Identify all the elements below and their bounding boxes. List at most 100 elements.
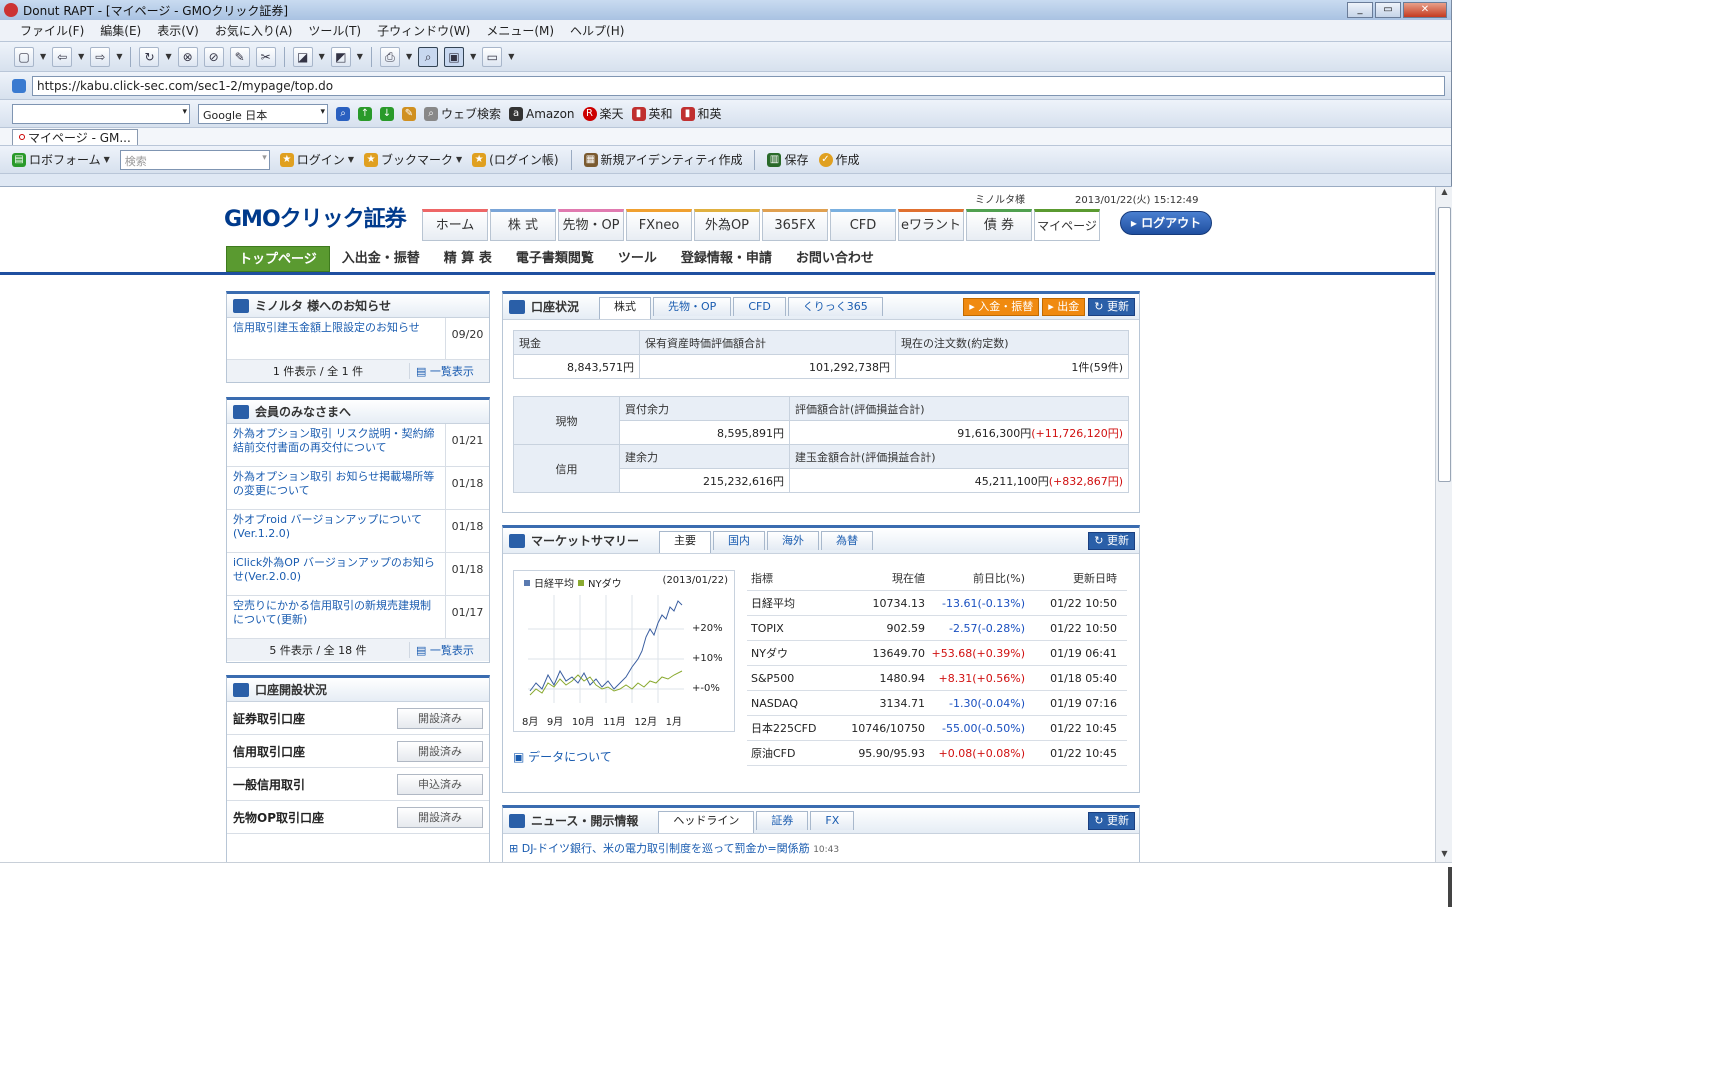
scroll-up-icon[interactable]: ▲ xyxy=(1436,187,1452,201)
chevron-down-icon[interactable]: ▼ xyxy=(40,52,46,61)
waei-link[interactable]: ▮ 和英 xyxy=(680,105,722,122)
members-list-link[interactable]: ▤ 一覧表示 xyxy=(409,642,489,658)
gnav-365fx[interactable]: 365FX xyxy=(762,209,828,241)
subnav-statement[interactable]: 精 算 表 xyxy=(432,246,504,272)
tab-click365[interactable]: くりっく365 xyxy=(787,297,883,316)
close-button[interactable]: ✕ xyxy=(1403,2,1447,18)
tab-overseas[interactable]: 海外 xyxy=(767,531,820,550)
table-row[interactable]: NYダウ 13649.70 +53.68(+0.39%) 01/19 06:41 xyxy=(747,641,1127,666)
gnav-stocks[interactable]: 株 式 xyxy=(490,209,556,241)
back-icon[interactable]: ⇦ xyxy=(52,46,73,67)
menu-menu[interactable]: メニュー(M) xyxy=(486,22,554,39)
status-button[interactable]: 開設済み xyxy=(397,707,483,729)
minimize-button[interactable]: _ xyxy=(1347,2,1373,18)
stop-all-icon[interactable]: ⊘ xyxy=(203,46,224,67)
cookie-icon[interactable]: ✎ xyxy=(229,46,250,67)
list-item[interactable]: 外為オプション取引 お知らせ掲載場所等の変更について 01/18 xyxy=(227,467,489,510)
table-row[interactable]: S&P500 1480.94 +8.31(+0.56%) 01/18 05:40 xyxy=(747,666,1127,691)
subnav-top[interactable]: トップページ xyxy=(226,245,330,272)
highlight-icon[interactable]: ✎ xyxy=(402,106,416,121)
menu-favorites[interactable]: お気に入り(A) xyxy=(215,22,293,39)
gnav-home[interactable]: ホーム xyxy=(422,209,488,241)
resize-handle[interactable] xyxy=(1448,867,1452,907)
image-icon[interactable]: ◪ xyxy=(292,46,313,67)
menu-help[interactable]: ヘルプ(H) xyxy=(570,22,624,39)
chevron-down-icon[interactable]: ▼ xyxy=(165,52,171,61)
login-history-link[interactable]: ★ (ログイン帳) xyxy=(472,151,559,168)
tab-futures[interactable]: 先物・OP xyxy=(653,297,732,316)
table-row[interactable]: NASDAQ 3134.71 -1.30(-0.04%) 01/19 07:16 xyxy=(747,691,1127,716)
search-engine-select[interactable]: Google 日本 xyxy=(198,103,328,124)
tab-securities[interactable]: 証券 xyxy=(756,811,809,830)
list-item[interactable]: 外オプroid バージョンアップについて(Ver.1.2.0) 01/18 xyxy=(227,510,489,553)
tab-major[interactable]: 主要 xyxy=(659,531,712,553)
subnav-tools[interactable]: ツール xyxy=(606,246,669,272)
proxy-icon[interactable]: ◩ xyxy=(330,46,351,67)
withdraw-button[interactable]: ▸ 出金 xyxy=(1042,297,1086,316)
reload-icon[interactable]: ↻ xyxy=(139,46,160,67)
tab-cfd[interactable]: CFD xyxy=(733,297,786,316)
search-icon[interactable]: ⌕ xyxy=(418,46,439,67)
restore-button[interactable]: ▭ xyxy=(1375,2,1401,18)
scroll-down-icon[interactable]: ▼ xyxy=(1436,849,1452,862)
refresh-button[interactable]: ↻ 更新 xyxy=(1088,811,1135,830)
bookmark-menu[interactable]: ★ ブックマーク ▼ xyxy=(363,151,462,168)
print-icon[interactable]: ⎙ xyxy=(379,46,400,67)
data-about-link[interactable]: ▣ データについて xyxy=(513,748,612,765)
gnav-fx-option[interactable]: 外為OP xyxy=(694,209,760,241)
gmo-logo[interactable]: GMOクリック証券 xyxy=(224,201,407,233)
menu-file[interactable]: ファイル(F) xyxy=(20,22,84,39)
tab-mypage[interactable]: マイページ - GM... xyxy=(12,128,138,145)
url-input[interactable]: https://kabu.click-sec.com/sec1-2/mypage… xyxy=(32,75,1445,96)
refresh-button[interactable]: ↻ 更新 xyxy=(1088,297,1135,316)
refresh-button[interactable]: ↻ 更新 xyxy=(1088,531,1135,550)
script-icon[interactable]: ✂ xyxy=(255,46,276,67)
scroll-thumb[interactable] xyxy=(1438,207,1451,482)
gnav-bonds[interactable]: 債 券 xyxy=(966,209,1032,241)
web-search-link[interactable]: ⌕ ウェブ検索 xyxy=(424,105,501,122)
notice-list-link[interactable]: ▤ 一覧表示 xyxy=(409,363,489,379)
subnav-registration[interactable]: 登録情報・申請 xyxy=(669,246,784,272)
chevron-down-icon[interactable]: ▼ xyxy=(319,52,325,61)
gnav-ewarrant[interactable]: eワラント xyxy=(898,209,964,241)
panel-icon[interactable]: ▣ xyxy=(444,46,465,67)
roboform-search-input[interactable]: 検索 xyxy=(119,149,270,170)
save-link[interactable]: ▥ 保存 xyxy=(767,151,809,168)
stop-icon[interactable]: ⊗ xyxy=(177,46,198,67)
chevron-down-icon[interactable]: ▼ xyxy=(78,52,84,61)
search-icon[interactable]: ⌕ xyxy=(336,106,350,121)
new-icon[interactable]: ▢ xyxy=(14,46,34,67)
status-button[interactable]: 開設済み xyxy=(397,740,483,762)
deposit-button[interactable]: ▸ 入金・振替 xyxy=(963,297,1040,316)
arrow-up-icon[interactable]: ↑ xyxy=(358,106,372,121)
status-button[interactable]: 申込済み xyxy=(397,773,483,795)
subnav-deposit[interactable]: 入出金・振替 xyxy=(330,246,432,272)
expand-icon[interactable]: ⊞ xyxy=(509,842,522,855)
table-row[interactable]: TOPIX 902.59 -2.57(-0.28%) 01/22 10:50 xyxy=(747,616,1127,641)
amazon-link[interactable]: a Amazon xyxy=(509,106,575,121)
subnav-contact[interactable]: お問い合わせ xyxy=(784,246,886,272)
gnav-cfd[interactable]: CFD xyxy=(830,209,896,241)
status-button[interactable]: 開設済み xyxy=(397,806,483,828)
search-input[interactable] xyxy=(12,103,190,124)
chevron-down-icon[interactable]: ▼ xyxy=(470,52,476,61)
list-item[interactable]: 信用取引建玉金額上限設定のお知らせ 09/20 xyxy=(227,318,489,360)
roboform-menu[interactable]: ▤ ロボフォーム ▼ xyxy=(12,151,110,168)
new-identity-link[interactable]: ▦ 新規アイデンティティ作成 xyxy=(583,151,742,168)
news-item[interactable]: ⊞ DJ-ドイツ銀行、米の電力取引制度を巡って罰金か=関係筋 10:43 xyxy=(503,834,1139,862)
chevron-down-icon[interactable]: ▼ xyxy=(406,52,412,61)
table-row[interactable]: 日経平均 10734.13 -13.61(-0.13%) 01/22 10:50 xyxy=(747,591,1127,616)
chevron-down-icon[interactable]: ▼ xyxy=(357,52,363,61)
rakuten-link[interactable]: R 楽天 xyxy=(582,105,624,122)
create-link[interactable]: ✓ 作成 xyxy=(818,151,860,168)
menu-edit[interactable]: 編集(E) xyxy=(100,22,141,39)
tab-fx[interactable]: FX xyxy=(810,811,855,830)
tab-currency[interactable]: 為替 xyxy=(821,531,874,550)
chevron-down-icon[interactable]: ▼ xyxy=(116,52,122,61)
logout-button[interactable]: ▸ ログアウト xyxy=(1120,211,1212,235)
table-row[interactable]: 原油CFD 95.90/95.93 +0.08(+0.08%) 01/22 10:45 xyxy=(747,741,1127,766)
menu-tools[interactable]: ツール(T) xyxy=(308,22,361,39)
chevron-down-icon[interactable]: ▼ xyxy=(508,52,514,61)
list-item[interactable]: 外為オプション取引 リスク説明・契約締結前交付書面の再交付について 01/21 xyxy=(227,424,489,467)
forward-icon[interactable]: ⇨ xyxy=(90,46,111,67)
